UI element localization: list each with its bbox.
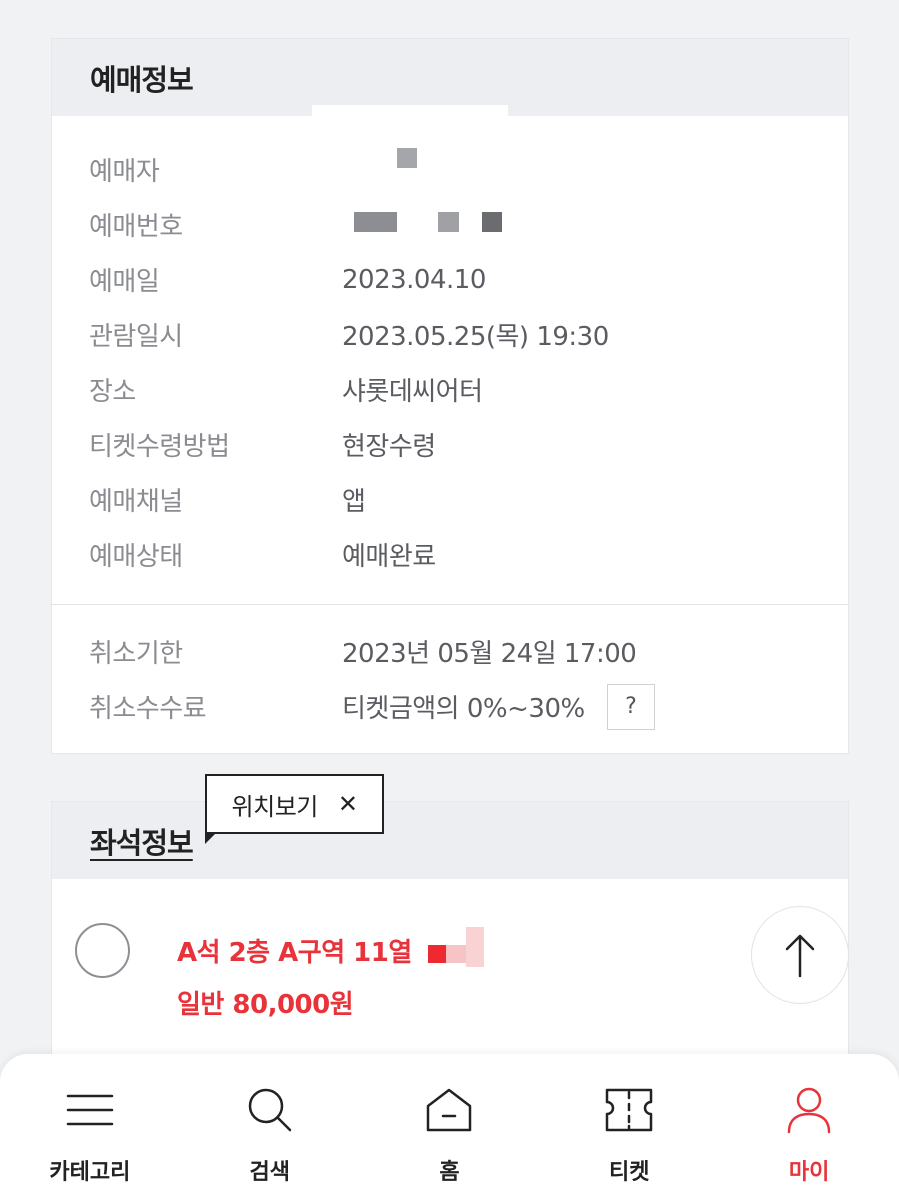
nav-item-ticket[interactable]: 티켓 [539,1054,719,1200]
row-label: 취소기한 [89,639,183,669]
cancel-info-rows: 취소기한 2023년 05월 24일 17:00 취소수수료 티켓금액의 0%~… [52,605,848,734]
nav-item-search[interactable]: 검색 [180,1054,360,1200]
nav-label: 티켓 [609,1160,650,1185]
home-icon [427,1088,472,1132]
row-label: 예매상태 [89,542,183,572]
row-ticket-pickup: 티켓수령방법 현장수령 [52,417,848,472]
menu-icon [66,1094,114,1126]
seat-info-header: 좌석정보 [52,802,848,879]
row-booking-date: 예매일 2023.04.10 [52,252,848,307]
tooltip-tail [205,832,217,844]
tooltip-label: 위치보기 [231,792,319,821]
redaction-mask [482,212,502,232]
redaction-mask [354,212,397,232]
row-booker: 예매자 [52,142,848,197]
nav-label: 홈 [439,1160,460,1185]
redaction-mask [312,105,508,119]
booking-status-value: 예매완료 [342,542,436,572]
seat-row[interactable]: A석 2층 A구역 11열 일반 80,000원 [52,879,848,1059]
row-label: 장소 [89,377,136,407]
row-label: 예매일 [89,267,160,297]
row-venue: 장소 샤롯데씨어터 [52,362,848,417]
seat-text: A석 2층 A구역 11열 일반 80,000원 [177,927,485,1031]
user-icon [787,1087,831,1134]
ticket-icon [606,1088,653,1132]
seat-radio[interactable] [75,923,130,978]
show-datetime-value: 2023.05.25(목) 19:30 [342,322,609,352]
seat-info-title[interactable]: 좌석정보 [90,820,194,862]
seat-label: A석 2층 A구역 11열 [177,938,412,968]
row-label: 예매자 [89,157,160,187]
redaction-mask [466,927,485,967]
nav-label: 검색 [249,1160,290,1185]
nav-item-my[interactable]: 마이 [719,1054,899,1200]
cancel-fee-help-button[interactable]: ? [606,683,655,730]
ticket-pickup-value: 현장수령 [342,432,436,462]
seat-line: A석 2층 A구역 11열 [177,927,485,979]
row-booking-status: 예매상태 예매완료 [52,527,848,582]
search-icon [248,1088,291,1132]
arrow-up-icon [785,934,815,978]
row-label: 관람일시 [89,322,183,352]
row-label: 예매채널 [89,487,183,517]
redaction-mask [438,212,459,232]
row-label: 취소수수료 [89,694,207,724]
seat-price: 일반 80,000원 [177,990,354,1020]
cancel-fee-value: 티켓금액의 0%~30% [342,694,585,724]
booking-channel-value: 앱 [342,487,366,517]
nav-item-home[interactable]: 홈 [360,1054,540,1200]
row-label: 예매번호 [89,212,183,242]
venue-value: 샤롯데씨어터 [342,377,483,407]
redaction-mask [428,944,447,963]
location-view-tooltip[interactable]: 위치보기 ✕ [205,774,384,834]
cancel-deadline-value: 2023년 05월 24일 17:00 [342,639,637,669]
nav-label: 카테고리 [49,1160,131,1185]
booking-info-card: 예매정보 예매자 예매번호 예매일 2023.04.10 관람일시 2023.0… [51,38,849,754]
row-cancel-fee: 취소수수료 티켓금액의 0%~30% ? [52,679,848,734]
nav-label: 마이 [788,1160,830,1185]
row-show-datetime: 관람일시 2023.05.25(목) 19:30 [52,307,848,362]
booking-date-value: 2023.04.10 [342,264,486,295]
row-booking-channel: 예매채널 앱 [52,472,848,527]
row-cancel-deadline: 취소기한 2023년 05월 24일 17:00 [52,624,848,679]
bottom-nav: 카테고리 검색 홈 티켓 마이 [0,1054,899,1200]
redaction-mask [397,148,417,168]
close-icon[interactable]: ✕ [338,790,358,818]
row-label: 티켓수령방법 [89,432,230,462]
scroll-top-button[interactable] [751,906,849,1004]
redaction-mask [446,944,467,963]
row-booking-number: 예매번호 [52,197,848,252]
nav-item-category[interactable]: 카테고리 [0,1054,180,1200]
booking-info-rows: 예매자 예매번호 예매일 2023.04.10 관람일시 2023.05.25(… [52,116,848,582]
